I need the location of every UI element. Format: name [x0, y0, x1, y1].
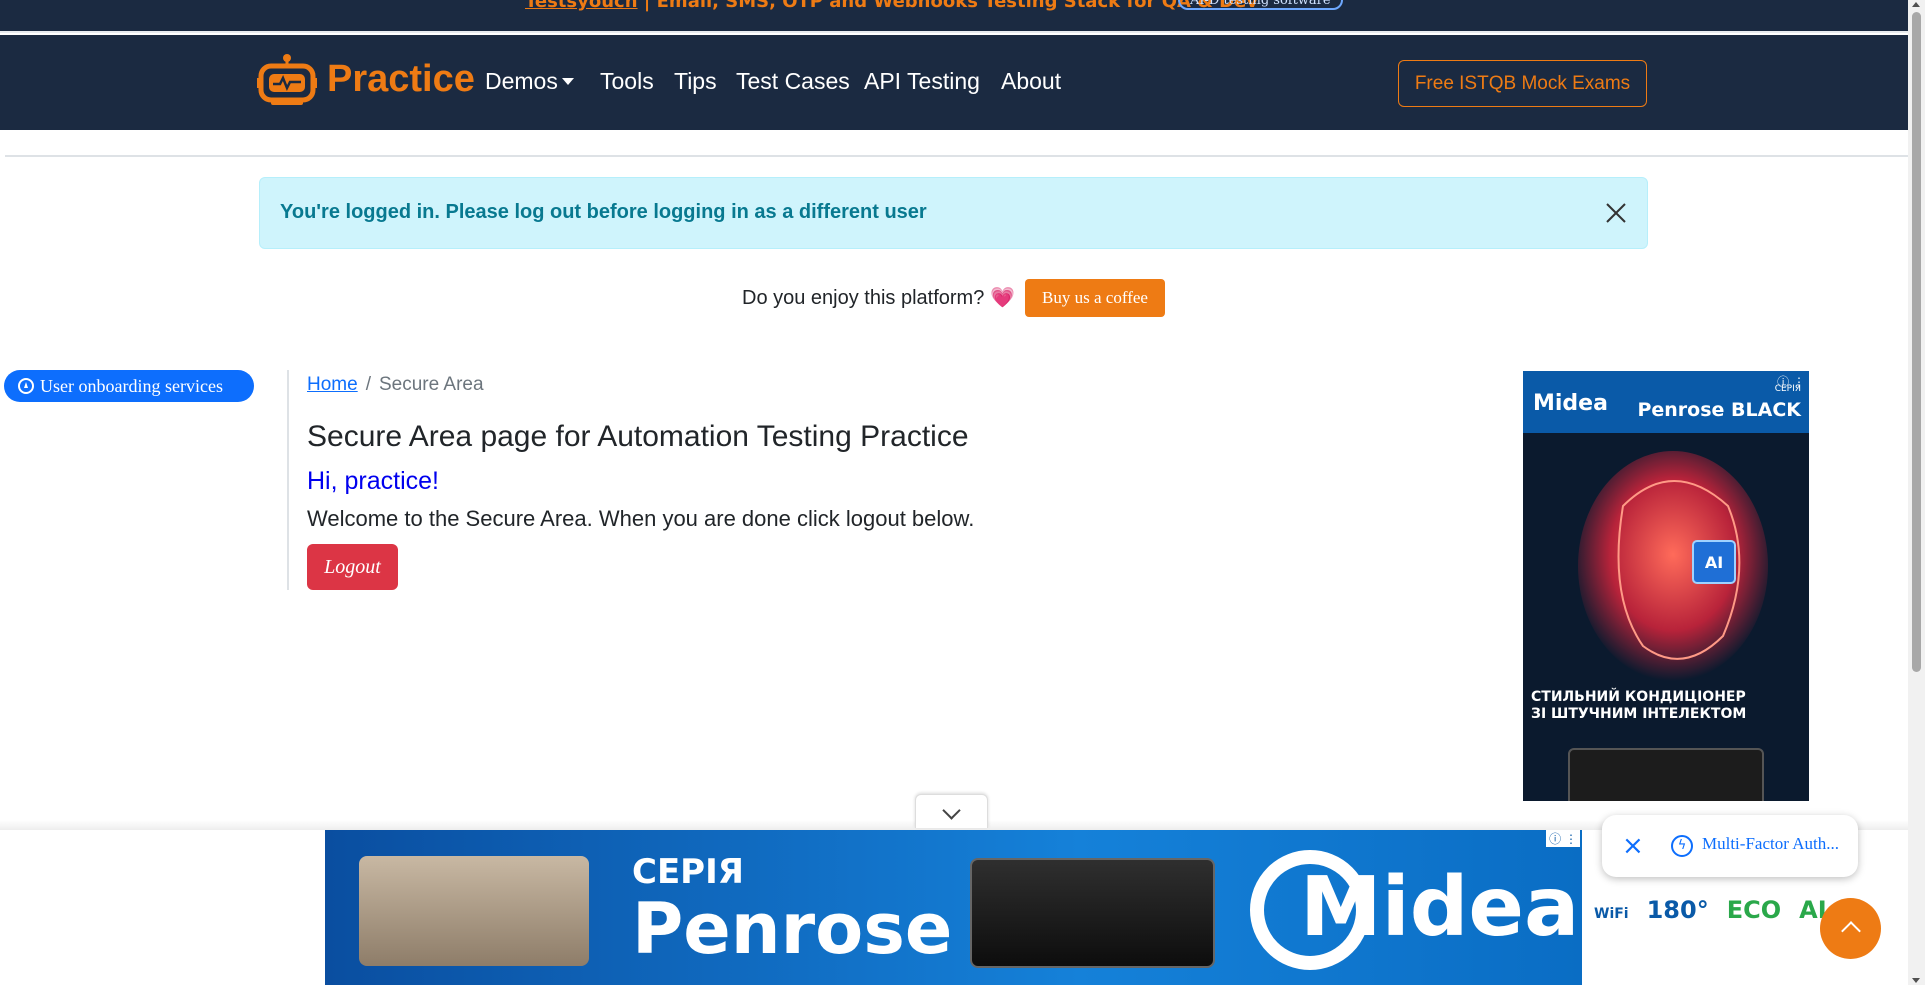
support-question: Do you enjoy this platform? 💗: [742, 287, 1016, 309]
welcome-message: Welcome to the Secure Area. When you are…: [307, 506, 975, 531]
side-ad-brand: Midea: [1533, 391, 1608, 416]
black-ac-unit-image: [970, 858, 1215, 968]
caret-down-icon: [561, 78, 574, 85]
nav-test-cases[interactable]: Test Cases: [736, 68, 850, 95]
svg-text:AI: AI: [1705, 553, 1723, 572]
nav-about[interactable]: About: [1001, 68, 1061, 95]
silver-ac-unit-image: [359, 856, 589, 966]
close-icon[interactable]: ×: [1622, 833, 1644, 859]
back-to-top-chevron-icon[interactable]: [1820, 898, 1881, 959]
mfa-notification[interactable]: × ϟ Multi-Factor Auth...: [1602, 815, 1858, 877]
brand-name[interactable]: Practice: [327, 58, 475, 101]
breadcrumb-current: Secure Area: [378, 374, 484, 395]
page-title: Secure Area page for Automation Testing …: [307, 420, 969, 453]
buy-coffee-button[interactable]: Buy us a coffee: [1025, 279, 1165, 317]
divider: [5, 155, 1908, 157]
bottom-ad-model: Penrose: [632, 888, 953, 970]
arrow-up-circle-icon: [18, 378, 34, 394]
heart-icon: 💗: [990, 287, 1016, 309]
ai-head-image: AI: [1578, 451, 1768, 681]
robot-logo-icon[interactable]: [257, 52, 317, 108]
rotation-180-icon: 180°: [1646, 896, 1709, 924]
istqb-mock-exams-button[interactable]: Free ISTQB Mock Exams: [1398, 60, 1647, 107]
scroll-down-arrow-icon[interactable]: [1912, 978, 1920, 983]
logout-button[interactable]: Logout: [307, 544, 398, 590]
nav-demos-dropdown[interactable]: Demos: [485, 68, 574, 95]
promo-link[interactable]: Testsyouch | Email, SMS, OTP and Webhook…: [525, 0, 1258, 12]
content-border: [287, 370, 289, 590]
wifi-icon: WiFi: [1594, 906, 1629, 922]
logged-in-alert: You're logged in. Please log out before …: [259, 177, 1648, 249]
breadcrumb-separator: /: [365, 374, 371, 395]
lightning-icon: ϟ: [1671, 835, 1693, 857]
bottom-ad-brand: Midea: [1300, 860, 1580, 955]
breadcrumb: Home / Secure Area: [307, 374, 484, 396]
notification-text[interactable]: Multi-Factor Auth...: [1702, 834, 1839, 854]
bottom-advertisement[interactable]: СЕРІЯ Penrose Midea ⓘ ⋮: [325, 830, 1582, 985]
collapse-ad-chevron-icon[interactable]: [915, 794, 988, 828]
breadcrumb-home-link[interactable]: Home: [307, 374, 358, 395]
side-ad-model: Penrose BLACK: [1637, 399, 1801, 421]
top-promo-strip: Testsyouch | Email, SMS, OTP and Webhook…: [0, 0, 1908, 33]
user-onboarding-button[interactable]: User onboarding services: [4, 370, 254, 402]
eco-icon: ECO: [1726, 896, 1782, 924]
vertical-scrollbar[interactable]: [1908, 0, 1925, 985]
ad-info-icon[interactable]: ⓘ ⋮: [1777, 373, 1805, 390]
side-ad-tagline: СТИЛЬНИЙ КОНДИЦІОНЕР ЗІ ШТУЧНИМ ІНТЕЛЕКТО…: [1531, 689, 1747, 722]
bottom-ad-series: СЕРІЯ: [632, 852, 744, 892]
ad-feature-icons: WiFi 180° ECO AI: [1594, 896, 1845, 924]
side-advertisement[interactable]: Midea СЕРІЯ Penrose BLACK ⓘ ⋮ AI СТИЛЬНИ…: [1523, 371, 1809, 801]
user-greeting: Hi, practice!: [307, 467, 439, 495]
ad-info-icon[interactable]: ⓘ ⋮: [1546, 830, 1580, 847]
alert-message: You're logged in. Please log out before …: [280, 201, 927, 223]
side-ad-header: Midea СЕРІЯ Penrose BLACK ⓘ ⋮: [1523, 371, 1809, 433]
nav-tips[interactable]: Tips: [674, 68, 717, 95]
promo-pill[interactable]: AI-D testing software: [1178, 0, 1343, 10]
close-icon[interactable]: [1603, 200, 1629, 226]
main-navbar: Practice Demos Tools Tips Test Cases API…: [0, 35, 1908, 130]
scrollbar-thumb[interactable]: [1912, 12, 1921, 672]
scroll-up-arrow-icon[interactable]: [1912, 2, 1920, 7]
nav-tools[interactable]: Tools: [600, 68, 654, 95]
nav-api-testing[interactable]: API Testing: [864, 68, 980, 95]
ac-unit-image: [1568, 748, 1764, 801]
